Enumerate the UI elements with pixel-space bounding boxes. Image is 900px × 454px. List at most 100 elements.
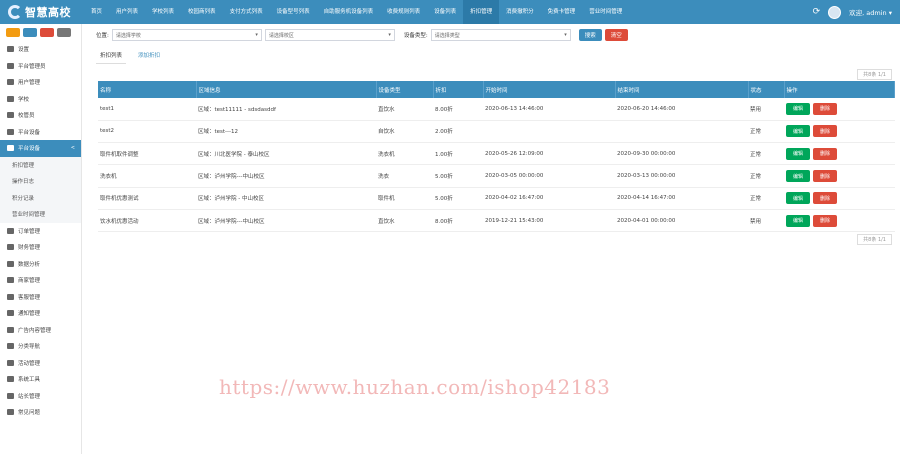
delete-button[interactable]: 删除 xyxy=(813,192,837,205)
user-icon xyxy=(7,62,14,69)
device-type-select[interactable]: 请选择类型 ▾ xyxy=(430,29,571,41)
user-menu[interactable]: 欢迎, admin ▾ xyxy=(849,7,892,17)
sidebar-item[interactable]: 活动管理 xyxy=(0,355,81,372)
cell-actions: 编辑 删除 xyxy=(784,98,895,121)
edit-button[interactable]: 编辑 xyxy=(786,170,810,183)
cell-device-type: 洗衣机 xyxy=(376,142,433,166)
delete-button[interactable]: 删除 xyxy=(813,147,837,160)
logo[interactable]: 智慧高校 xyxy=(0,0,82,24)
nav-item[interactable]: 营业时间管理 xyxy=(582,0,629,24)
delete-button[interactable]: 删除 xyxy=(813,170,837,183)
sidebar-item-label: 校管员 xyxy=(18,113,35,120)
sidebar-item[interactable]: 分类导航 xyxy=(0,338,81,355)
sidebar-item[interactable]: 学校 xyxy=(0,91,81,108)
analytics-icon xyxy=(7,260,14,267)
sidebar-item-label: 平台管理员 xyxy=(18,63,46,70)
sidebar-item[interactable]: 通知管理 xyxy=(0,305,81,322)
column-header: 状态 xyxy=(748,81,785,98)
cell-device-type: 直饮水 xyxy=(376,209,433,233)
avatar[interactable] xyxy=(828,5,842,19)
nav-item[interactable]: 用户列表 xyxy=(109,0,145,24)
tab-add-discount[interactable]: 添加折扣 xyxy=(138,51,160,64)
nav-item[interactable]: 校园商列表 xyxy=(181,0,223,24)
sidebar-item-active[interactable]: 平台设备 < xyxy=(0,140,81,157)
sidebar-item[interactable]: 订单管理 xyxy=(0,223,81,240)
edit-button[interactable]: 编辑 xyxy=(786,102,810,115)
edit-button[interactable]: 编辑 xyxy=(786,192,810,205)
cell-actions: 编辑 删除 xyxy=(784,142,895,166)
table-row: test2 区域：test---12 自饮水 2.00折 正常 编辑 删除 xyxy=(98,120,895,144)
sidebar-item[interactable]: 常见问题 xyxy=(0,404,81,421)
pagination-top[interactable]: 共8条 1/1 xyxy=(857,69,892,80)
sidebar-subitem[interactable]: 折扣管理 xyxy=(0,156,81,173)
school-icon xyxy=(7,95,14,102)
sidebar-item-label: 系统工具 xyxy=(18,377,41,384)
sidebar-item[interactable]: 广告内容管理 xyxy=(0,322,81,339)
sidebar-subitem[interactable]: 营业时间管理 xyxy=(0,206,81,223)
sidebar-item[interactable]: 用户管理 xyxy=(0,74,81,91)
sidebar-item-label: 设置 xyxy=(18,47,30,54)
tab-discount-list[interactable]: 折扣列表 xyxy=(96,51,127,64)
nav-item[interactable]: 支付方式列表 xyxy=(223,0,270,24)
nav-item[interactable]: 免费卡管理 xyxy=(541,0,583,24)
grid-icon[interactable] xyxy=(57,28,71,37)
delete-button[interactable]: 删除 xyxy=(813,102,837,115)
sidebar-item[interactable]: 商家管理 xyxy=(0,272,81,289)
sidebar: 设置 平台管理员 用户管理 学校 校管员 平台设备 平台设备 < 折扣管理 操作日… xyxy=(0,24,82,454)
device-type-label: 设备类型: xyxy=(403,33,428,39)
nav-item[interactable]: 消费撤积分 xyxy=(499,0,541,24)
support-icon xyxy=(7,293,14,300)
sidebar-item[interactable]: 平台管理员 xyxy=(0,58,81,75)
sidebar-item[interactable]: 平台设备 xyxy=(0,124,81,141)
reset-button[interactable]: 清空 xyxy=(604,29,628,41)
ad-icon xyxy=(7,326,14,333)
cell-name: test2 xyxy=(98,120,196,144)
sidebar-item[interactable]: 客服管理 xyxy=(0,289,81,306)
bell-icon xyxy=(7,310,14,317)
sidebar-item[interactable]: 站长管理 xyxy=(0,388,81,405)
cell-end-time: 2020-06-20 14:46:00 xyxy=(615,98,748,121)
nav-item[interactable]: 首页 xyxy=(84,0,109,24)
refresh-icon[interactable]: ⟳ xyxy=(813,7,821,17)
sidebar-item[interactable]: 系统工具 xyxy=(0,371,81,388)
sidebar-item[interactable]: 校管员 xyxy=(0,107,81,124)
tools-icon xyxy=(7,376,14,383)
cell-status: 禁用 xyxy=(748,98,784,121)
nav-item[interactable]: 设备列表 xyxy=(427,0,463,24)
nav-item[interactable]: 设备型号列表 xyxy=(270,0,317,24)
sidebar-subitem[interactable]: 操作日志 xyxy=(0,173,81,190)
sidebar-subitem[interactable]: 积分记录 xyxy=(0,189,81,206)
table-header-row: 名称 区域信息 设备类型 折扣 开始时间 结束时间 状态 操作 xyxy=(98,81,895,98)
edit-button[interactable]: 编辑 xyxy=(786,214,810,227)
edit-button[interactable]: 编辑 xyxy=(786,147,810,160)
delete-button[interactable]: 删除 xyxy=(813,125,837,138)
nav-item[interactable]: 收费规则列表 xyxy=(380,0,427,24)
nav-item[interactable]: 自助服务机设备列表 xyxy=(317,0,381,24)
sidebar-toolbar xyxy=(0,24,81,41)
edit-button[interactable]: 编辑 xyxy=(786,125,810,138)
school-select[interactable]: 请选择学校 ▾ xyxy=(111,29,262,41)
cell-status: 正常 xyxy=(748,187,784,210)
device-type-select-value: 请选择类型 xyxy=(434,32,460,39)
cell-device-type: 自饮水 xyxy=(376,120,433,144)
nav-item-active[interactable]: 折扣管理 xyxy=(463,0,500,24)
delete-icon[interactable] xyxy=(40,28,54,37)
top-navbar: 智慧高校 首页 用户列表 学校列表 校园商列表 支付方式列表 设备型号列表 自助… xyxy=(0,0,900,24)
sidebar-item[interactable]: 设置 xyxy=(0,41,81,58)
nav-item[interactable]: 学校列表 xyxy=(145,0,181,24)
sidebar-item-label: 商家管理 xyxy=(18,278,41,285)
cell-start-time: 2020-05-26 12:09:00 xyxy=(483,142,615,166)
document-icon[interactable] xyxy=(23,28,37,37)
cell-device-type: 取件机 xyxy=(376,187,433,210)
delete-button[interactable]: 删除 xyxy=(813,214,837,227)
table-row: 洗衣机 区域：泸州学院---中山校区 洗衣 5.00折 2020-03-05 0… xyxy=(98,164,895,188)
sidebar-item[interactable]: 数据分析 xyxy=(0,256,81,273)
sidebar-item[interactable]: 财务管理 xyxy=(0,239,81,256)
home-icon[interactable] xyxy=(6,28,20,37)
cell-end-time xyxy=(615,120,748,144)
cell-actions: 编辑 删除 xyxy=(784,187,895,210)
cell-discount: 5.00折 xyxy=(433,187,483,210)
search-button[interactable]: 搜索 xyxy=(578,29,602,41)
pagination-bottom[interactable]: 共8条 1/1 xyxy=(857,234,892,245)
campus-select[interactable]: 请选择校区 ▾ xyxy=(264,29,395,41)
